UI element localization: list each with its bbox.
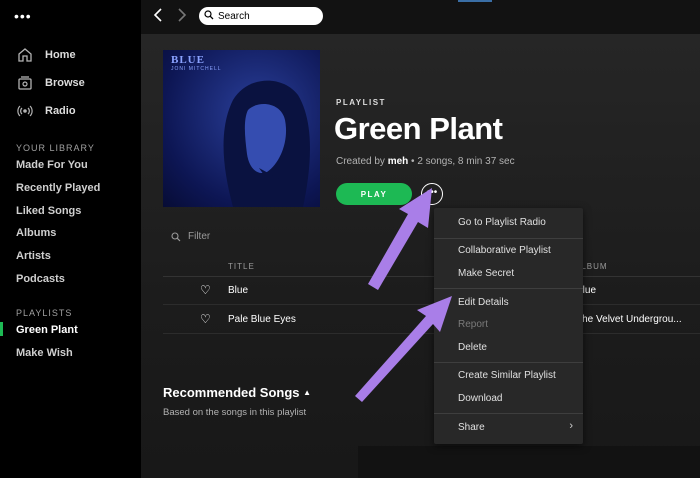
home-icon <box>16 46 34 64</box>
recommended-heading[interactable]: Recommended Songs ▲ <box>163 385 311 400</box>
active-indicator <box>0 322 3 336</box>
menu-item-create-similar[interactable]: Create Similar Playlist <box>458 370 556 381</box>
sidebar: ••• Home Browse Radio YOUR LIBRARY Made … <box>0 0 141 478</box>
playlist-owner-link[interactable]: meh <box>388 156 409 167</box>
app-menu-button[interactable]: ••• <box>14 8 32 24</box>
search-icon <box>171 231 181 242</box>
sidebar-item-home[interactable]: Home <box>16 45 76 65</box>
menu-item-download[interactable]: Download <box>458 393 502 404</box>
chevron-right-icon: › <box>569 420 573 432</box>
meta-suffix: • 2 songs, 8 min 37 sec <box>408 156 515 167</box>
sidebar-item-label: Browse <box>45 77 85 89</box>
menu-divider <box>434 362 583 363</box>
sidebar-item-label: Radio <box>45 105 76 117</box>
library-heading: YOUR LIBRARY <box>16 143 95 153</box>
meta-prefix: Created by <box>336 156 388 167</box>
page-title: Green Plant <box>334 111 503 146</box>
menu-divider <box>434 288 583 289</box>
sidebar-item-radio[interactable]: Radio <box>16 101 76 121</box>
menu-item-edit-details[interactable]: Edit Details <box>458 297 509 308</box>
playlists-heading: PLAYLISTS <box>16 308 73 318</box>
playlist-cover-image: BLUE JONI MITCHELL <box>163 50 320 207</box>
table-row[interactable]: ♡ Blue Blue <box>163 277 700 305</box>
sidebar-item-podcasts[interactable]: Podcasts <box>16 273 65 285</box>
menu-item-make-secret[interactable]: Make Secret <box>458 268 514 279</box>
recommended-title: Recommended Songs <box>163 385 300 400</box>
menu-item-collaborative[interactable]: Collaborative Playlist <box>458 245 551 256</box>
sidebar-item-albums[interactable]: Albums <box>16 227 56 239</box>
menu-item-share[interactable]: Share <box>458 422 485 433</box>
sidebar-item-made-for-you[interactable]: Made For You <box>16 159 88 171</box>
filter-input[interactable]: Filter <box>171 231 210 242</box>
forward-button[interactable] <box>177 8 187 27</box>
heart-icon[interactable]: ♡ <box>200 312 211 326</box>
chevron-right-icon <box>178 8 187 22</box>
search-icon <box>204 7 214 25</box>
table-row[interactable]: ♡ Pale Blue Eyes The Velvet Undergrou... <box>163 306 700 334</box>
playlist-meta: Created by meh • 2 songs, 8 min 37 sec <box>336 156 515 167</box>
menu-item-delete[interactable]: Delete <box>458 342 487 353</box>
menu-item-playlist-radio[interactable]: Go to Playlist Radio <box>458 217 546 228</box>
cover-title: BLUE <box>171 54 205 66</box>
sidebar-item-liked-songs[interactable]: Liked Songs <box>16 205 81 217</box>
search-placeholder: Search <box>218 10 250 22</box>
chevron-left-icon <box>153 8 162 22</box>
top-accent-bar <box>458 0 492 2</box>
column-header-title[interactable]: TITLE <box>228 262 255 271</box>
track-album[interactable]: The Velvet Undergrou... <box>576 314 682 325</box>
menu-divider <box>434 413 583 414</box>
playlist-type-label: PLAYLIST <box>336 98 386 107</box>
play-button[interactable]: PLAY <box>336 183 412 205</box>
menu-divider <box>434 238 583 239</box>
browse-icon <box>16 74 34 92</box>
radio-icon <box>16 102 34 120</box>
heart-icon[interactable]: ♡ <box>200 283 211 297</box>
track-title: Pale Blue Eyes <box>228 314 296 325</box>
sidebar-item-label: Home <box>45 49 76 61</box>
sidebar-playlist-green-plant[interactable]: Green Plant <box>16 324 78 336</box>
more-options-button[interactable]: ••• <box>421 183 443 205</box>
bottom-strip <box>358 446 700 478</box>
context-menu: Go to Playlist Radio Collaborative Playl… <box>434 208 583 444</box>
track-title: Blue <box>228 285 249 296</box>
top-bar: Search <box>141 0 700 34</box>
back-button[interactable] <box>153 8 163 27</box>
sidebar-item-browse[interactable]: Browse <box>16 73 85 93</box>
sidebar-item-artists[interactable]: Artists <box>16 250 51 262</box>
recommended-subtitle: Based on the songs in this playlist <box>163 407 307 418</box>
search-input[interactable]: Search <box>199 7 323 25</box>
menu-item-report: Report <box>458 319 489 330</box>
main-content: BLUE JONI MITCHELL PLAYLIST Green Plant … <box>141 34 700 478</box>
filter-placeholder: Filter <box>188 231 211 242</box>
cover-artist: JONI MITCHELL <box>171 66 222 72</box>
sidebar-item-recently-played[interactable]: Recently Played <box>16 182 100 194</box>
sidebar-playlist-make-wish[interactable]: Make Wish <box>16 347 73 359</box>
caret-up-icon: ▲ <box>303 388 312 397</box>
